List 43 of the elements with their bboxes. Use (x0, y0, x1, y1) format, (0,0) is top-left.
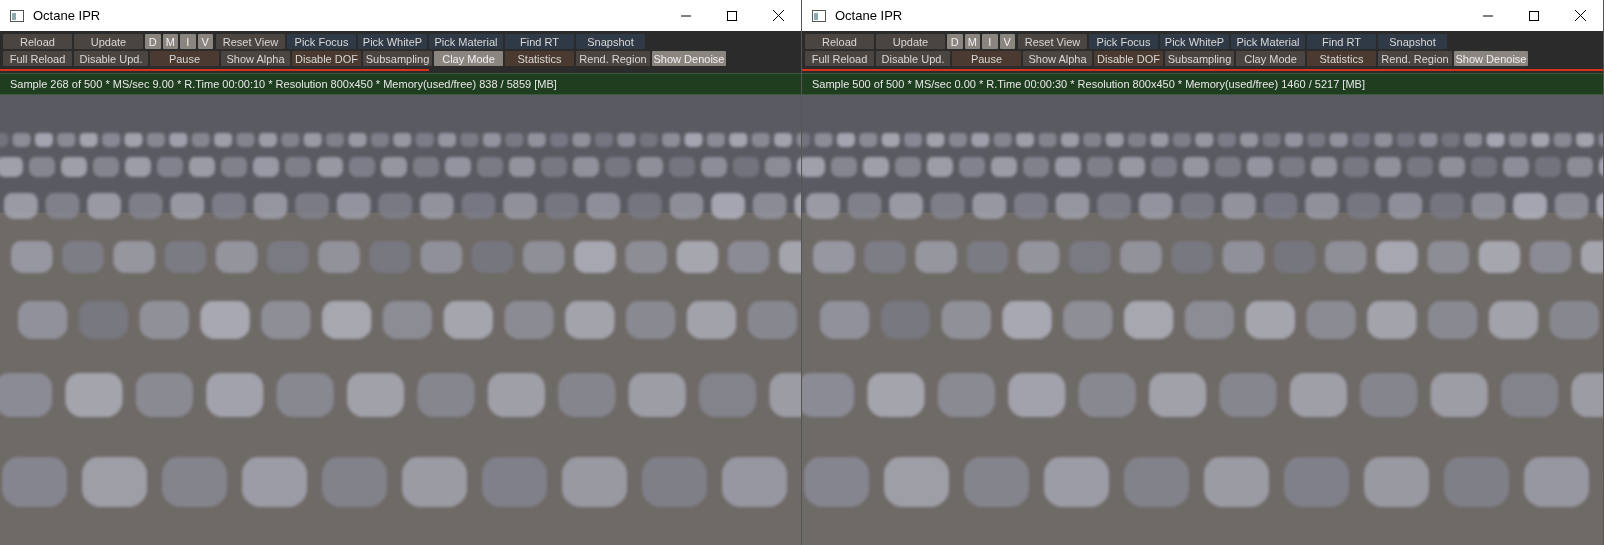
toolbar-button[interactable]: Show Alpha (221, 51, 290, 66)
toolbar-button[interactable]: Rend. Region (1378, 51, 1452, 66)
toolbar-button[interactable]: Reset View (216, 34, 285, 49)
toolbar-button[interactable]: Rend. Region (576, 51, 650, 66)
toolbar-button[interactable]: Snapshot (1378, 34, 1447, 49)
toolbar-button[interactable]: Reload (805, 34, 874, 49)
toolbar-button[interactable]: Update (876, 34, 945, 49)
toolbar-button[interactable]: Reset View (1018, 34, 1087, 49)
toolbar-button[interactable]: Full Reload (805, 51, 874, 66)
toolbar-button[interactable]: Find RT (505, 34, 574, 49)
toolbar-button[interactable]: Pick Material (1231, 34, 1305, 49)
toolbar-button[interactable]: Pick WhiteP (358, 34, 427, 49)
toolbar-button[interactable]: Update (74, 34, 143, 49)
toolbar-button[interactable]: Clay Mode (1236, 51, 1305, 66)
toolbar-button[interactable]: Pick Focus (287, 34, 356, 49)
toolbar-button[interactable]: Subsampling (363, 51, 432, 66)
close-icon[interactable] (1574, 10, 1586, 21)
toolbar-button[interactable]: Disable DOF (1094, 51, 1163, 66)
toolbar-button[interactable]: Pause (952, 51, 1021, 66)
status-text: Sample 268 of 500 * MS/sec 9.00 * R.Time 00:00:10 * Resolution 800x450 * Memory(used/free) 838 / 5859 [MB] (10, 78, 557, 90)
toolbar-button[interactable]: Pick Material (429, 34, 503, 49)
toolbar-button[interactable]: Statistics (1307, 51, 1376, 66)
close-icon[interactable] (772, 10, 784, 21)
toolbar-button[interactable]: Disable Upd. (74, 51, 148, 66)
toolbar-button[interactable]: Subsampling (1165, 51, 1234, 66)
toolbar-button[interactable]: Reload (3, 34, 72, 49)
toolbar-button[interactable]: Pause (150, 51, 219, 66)
status-text: Sample 500 of 500 * MS/sec 0.00 * R.Time 00:00:30 * Resolution 800x450 * Memory(used/free) 1460 / 5217 [MB] (812, 78, 1365, 90)
toolbar-button[interactable]: Find RT (1307, 34, 1376, 49)
maximize-icon[interactable] (727, 10, 737, 21)
toolbar-button[interactable]: Disable Upd. (876, 51, 950, 66)
toolbar-button[interactable]: Full Reload (3, 51, 72, 66)
app-icon (10, 9, 24, 22)
toolbar-button[interactable]: Disable DOF (292, 51, 361, 66)
toolbar-button[interactable]: Pick WhiteP (1160, 34, 1229, 49)
toolbar-button[interactable]: Statistics (505, 51, 574, 66)
app-icon (812, 9, 826, 22)
toolbar-button[interactable]: Pick Focus (1089, 34, 1158, 49)
toolbar-button[interactable]: Show Alpha (1023, 51, 1092, 66)
toolbar-button[interactable]: Snapshot (576, 34, 645, 49)
window-title: Octane IPR (33, 8, 102, 23)
window-title: Octane IPR (835, 8, 904, 23)
maximize-icon[interactable] (1529, 10, 1539, 21)
